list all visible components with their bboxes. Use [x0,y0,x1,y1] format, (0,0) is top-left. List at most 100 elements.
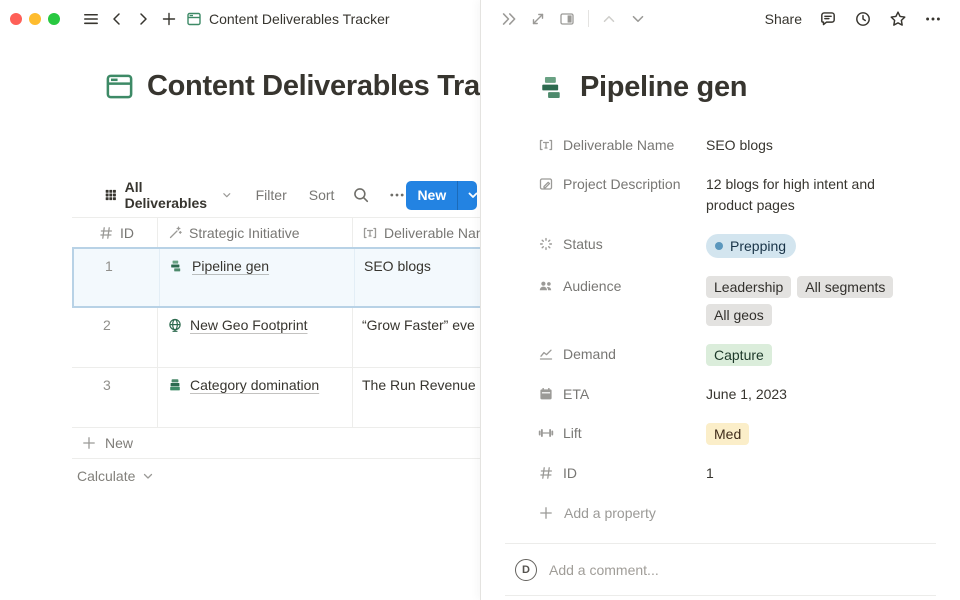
cell-id[interactable]: 1 [74,249,160,306]
app-window: Content Deliverables Tracker Content Del… [0,0,960,600]
view-tab-all-deliverables[interactable]: All Deliverables [104,179,234,211]
cell-id[interactable]: 3 [72,368,158,427]
dumbbell-icon [538,425,554,441]
avatar: D [515,559,537,581]
property-list: Deliverable Name SEO blogs Project Descr… [538,126,942,531]
breadcrumb-title: Content Deliverables Tracker [209,11,390,27]
property-row: ETA June 1, 2023 [538,375,942,414]
page-table-icon [186,11,202,27]
add-row-button[interactable]: New [72,428,480,459]
property-value-demand[interactable]: Capture [706,344,911,366]
calculate-button[interactable]: Calculate [72,459,480,492]
property-label-id[interactable]: ID [538,463,706,483]
cell-deliverable[interactable]: “Grow Faster” eve [353,308,480,367]
side-peek-toggle-icon[interactable] [555,7,579,31]
zoom-window-button[interactable] [48,13,60,25]
next-record-icon[interactable] [626,7,650,31]
property-value[interactable]: 1 [706,463,911,484]
cell-initiative[interactable]: Pipeline gen [160,249,355,306]
property-label-eta[interactable]: ETA [538,384,706,404]
status-dot [715,242,723,250]
plus-icon [81,435,97,451]
breadcrumb[interactable]: Content Deliverables Tracker [186,11,390,27]
share-button[interactable]: Share [765,11,802,27]
cell-initiative[interactable]: New Geo Footprint [158,308,353,367]
favorite-star-icon[interactable] [889,10,907,28]
property-label-project-description[interactable]: Project Description [538,174,706,194]
property-row: Status Prepping [538,225,942,267]
table-row[interactable]: 3 Category domination The Run Revenue S [72,368,480,428]
cell-id[interactable]: 2 [72,308,158,367]
page-table-icon-large[interactable] [104,71,135,102]
text-icon [362,225,378,241]
hash-icon [538,465,554,481]
record-title[interactable]: Pipeline gen [580,71,747,104]
table-row[interactable]: 1 Pipeline gen SEO blogs [72,247,480,308]
side-peek-panel: Share Pipeline gen [480,0,960,600]
status-pill[interactable]: Prepping [706,234,796,258]
close-peek-icon[interactable] [497,7,521,31]
panel-toolbar-right: Share [765,10,942,28]
book-stack-icon [167,377,183,393]
property-label-status[interactable]: Status [538,234,706,254]
tag-pill[interactable]: All segments [797,276,893,298]
cell-initiative[interactable]: Category domination [158,368,353,427]
text-icon [538,137,554,153]
table-row[interactable]: 2 New Geo Footprint “Grow Faster” eve [72,308,480,368]
property-value[interactable]: SEO blogs [706,135,911,156]
tag-pill[interactable]: Med [706,423,749,445]
property-value-status[interactable]: Prepping [706,234,911,258]
sidebar-menu-icon[interactable] [78,6,104,32]
tag-pill[interactable]: Leadership [706,276,791,298]
page-title[interactable]: Content Deliverables Tracker [147,70,480,103]
property-row: Audience Leadership All segments All geo… [538,267,942,335]
deliverables-table: ID Strategic Initiative Deliverable Name… [72,217,480,492]
property-value-lift[interactable]: Med [706,423,911,445]
toolbar-divider [588,10,589,27]
column-header-deliverable[interactable]: Deliverable Name [353,218,480,247]
property-label-audience[interactable]: Audience [538,276,706,296]
cell-deliverable[interactable]: SEO blogs [355,249,480,306]
property-row: Project Description 12 blogs for high in… [538,165,942,225]
add-property-button[interactable]: Add a property [538,495,942,531]
chevron-down-icon [465,187,477,203]
property-value[interactable]: June 1, 2023 [706,384,911,405]
filter-button[interactable]: Filter [256,187,287,203]
wand-icon [167,225,183,241]
updates-clock-icon[interactable] [854,10,872,28]
property-value-audience[interactable]: Leadership All segments All geos [706,276,911,326]
cell-deliverable[interactable]: The Run Revenue S [353,368,480,427]
expand-page-icon[interactable] [526,7,550,31]
property-value[interactable]: 12 blogs for high intent and product pag… [706,174,911,216]
comments-icon[interactable] [819,10,837,28]
forward-icon[interactable] [130,6,156,32]
view-controls: All Deliverables Filter Sort New [104,180,477,210]
column-header-initiative[interactable]: Strategic Initiative [158,218,353,247]
sort-button[interactable]: Sort [309,187,335,203]
property-row: Demand Capture [538,335,942,375]
property-row: Deliverable Name SEO blogs [538,126,942,165]
more-options-icon[interactable] [388,186,406,204]
close-window-button[interactable] [10,13,22,25]
chart-icon [538,346,554,362]
search-icon[interactable] [352,186,370,204]
chevron-down-icon [140,468,156,484]
new-tab-icon[interactable] [156,6,182,32]
property-label-demand[interactable]: Demand [538,344,706,364]
pipeline-bars-icon-large[interactable] [538,72,569,103]
tag-pill[interactable]: All geos [706,304,772,326]
traffic-lights [10,13,60,25]
column-header-id[interactable]: ID [72,218,158,247]
back-icon[interactable] [104,6,130,32]
more-options-icon[interactable] [924,10,942,28]
property-label-deliverable-name[interactable]: Deliverable Name [538,135,706,155]
tag-pill[interactable]: Capture [706,344,772,366]
minimize-window-button[interactable] [29,13,41,25]
new-button[interactable]: New [406,181,457,210]
panel-toolbar: Share [481,0,960,37]
property-label-lift[interactable]: Lift [538,423,706,443]
previous-record-icon[interactable] [597,7,621,31]
comment-input[interactable]: Add a comment... [549,562,659,578]
new-button-dropdown[interactable] [457,181,477,210]
table-header-row: ID Strategic Initiative Deliverable Name [72,217,480,248]
